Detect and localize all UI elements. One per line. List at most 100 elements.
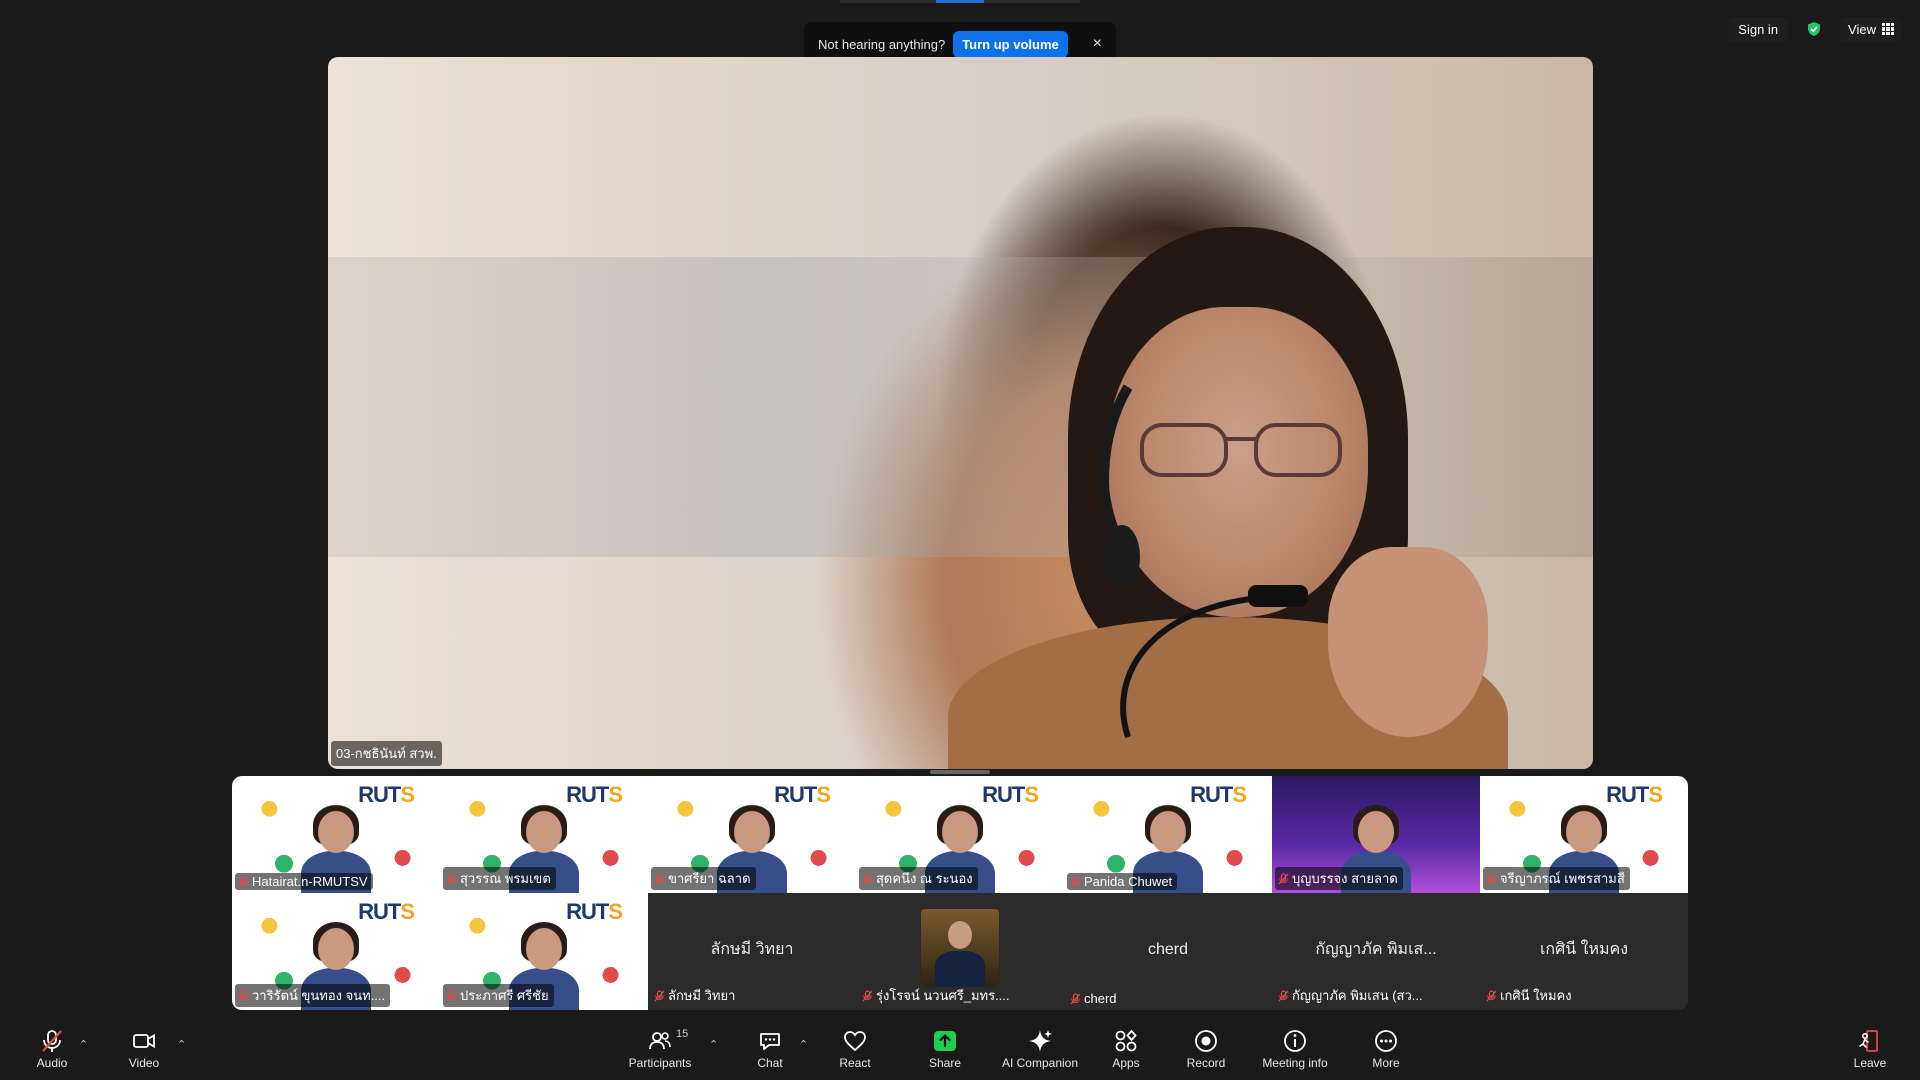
participant-name-label: ขาศรียา ฉลาด xyxy=(651,867,756,890)
chat-button[interactable]: Chat xyxy=(730,1028,810,1070)
participant-name-label: กัญญาภัค พิมเสน (สว... xyxy=(1275,984,1428,1007)
participant-gallery: RUTS Hatairat.n-RMUTSV RUTS สุวรรณ พรมเขต RU… xyxy=(232,776,1688,1010)
participant-name-label: Panida Chuwet xyxy=(1067,873,1178,890)
sign-in-button[interactable]: Sign in xyxy=(1728,16,1789,42)
participant-name: เกศินี ใหมคง xyxy=(1500,988,1572,1003)
participant-name: ขาศรียา ฉลาด xyxy=(668,871,751,886)
leave-door-icon xyxy=(1859,1030,1878,1052)
mic-muted-icon xyxy=(1278,872,1289,884)
leave-label: Leave xyxy=(1853,1056,1887,1070)
mic-muted-icon xyxy=(1070,992,1081,1004)
mic-muted-icon xyxy=(446,989,457,1001)
participant-tile[interactable]: ลักษมี วิทยา ลักษมี วิทยา xyxy=(648,893,856,1010)
participant-tile[interactable]: cherd cherd xyxy=(1064,893,1272,1010)
participants-icon xyxy=(649,1032,671,1050)
participant-avatar xyxy=(921,909,999,987)
share-label: Share xyxy=(928,1056,962,1070)
participants-options-chevron-icon[interactable]: ⌃ xyxy=(709,1038,718,1051)
video-button[interactable]: Video xyxy=(104,1028,184,1070)
mic-muted-icon xyxy=(238,875,249,887)
chat-icon xyxy=(760,1033,780,1050)
ai-companion-label: AI Companion xyxy=(1001,1056,1079,1070)
participant-name-label: cherd xyxy=(1067,990,1122,1007)
participant-name-label: รุ่งโรจน์ นวนศรี_มทร.... xyxy=(859,984,1015,1007)
participant-tile[interactable]: รุ่งโรจน์ นวนศรี_มทร.... xyxy=(856,893,1064,1010)
ai-companion-button[interactable]: AI Companion xyxy=(990,1028,1090,1070)
meeting-info-label: Meeting info xyxy=(1262,1056,1328,1070)
participant-tile[interactable]: RUTS จรีญาภรณ์ เพชรสามสี xyxy=(1480,776,1688,893)
record-button[interactable]: Record xyxy=(1166,1028,1246,1070)
more-dots-icon xyxy=(1375,1030,1397,1052)
chat-options-chevron-icon[interactable]: ⌃ xyxy=(799,1038,808,1051)
participant-name-label: สุดคนึง ณ ระนอง xyxy=(859,867,978,890)
mic-muted-icon xyxy=(1278,989,1289,1001)
apps-button[interactable]: Apps xyxy=(1086,1028,1166,1070)
mic-muted-icon xyxy=(238,989,249,1001)
sparkle-icon xyxy=(1029,1030,1052,1052)
participant-display-name: cherd xyxy=(1147,940,1189,958)
participant-name: cherd xyxy=(1084,991,1117,1006)
participant-name: สุดคนึง ณ ระนอง xyxy=(876,871,973,886)
participant-display-name: กัญญาภัค พิมเส... xyxy=(1315,940,1437,958)
participant-tile[interactable]: บุญบรรจง สายลาด xyxy=(1272,776,1480,893)
react-button[interactable]: React xyxy=(815,1028,895,1070)
participant-name-label: จรีญาภรณ์ เพชรสามสี xyxy=(1483,867,1630,890)
top-right-controls: Sign in View xyxy=(1728,16,1902,42)
share-screen-icon xyxy=(934,1031,956,1051)
video-options-chevron-icon[interactable]: ⌃ xyxy=(177,1038,186,1051)
participant-name-label: ประภาศรี ศรีชัย xyxy=(443,984,554,1007)
participant-tile[interactable]: RUTS Hatairat.n-RMUTSV xyxy=(232,776,440,893)
participant-tile[interactable]: RUTS ประภาศรี ศรีชัย xyxy=(440,893,648,1010)
notice-message: Not hearing anything? xyxy=(818,36,946,52)
participant-tile[interactable]: RUTS Panida Chuwet xyxy=(1064,776,1272,893)
video-label: Video xyxy=(128,1056,160,1070)
participant-name: บุญบรรจง สายลาด xyxy=(1292,871,1398,886)
participant-name-label: สุวรรณ พรมเขต xyxy=(443,867,556,890)
participant-tile[interactable]: RUTS สุดคนึง ณ ระนอง xyxy=(856,776,1064,893)
video-camera-icon xyxy=(133,1033,155,1049)
participant-tile[interactable]: เกศินี ใหมคง เกศินี ใหมคง xyxy=(1480,893,1688,1010)
apps-icon xyxy=(1115,1029,1137,1052)
participant-name: วาริรัตน์ ขุนทอง จนท.... xyxy=(252,988,386,1003)
screen-share-indicator xyxy=(840,0,1080,3)
meeting-info-button[interactable]: Meeting info xyxy=(1249,1028,1341,1070)
participant-name-label: เกศินี ใหมคง xyxy=(1483,984,1577,1007)
more-button[interactable]: More xyxy=(1346,1028,1426,1070)
participant-tile[interactable]: RUTS ขาศรียา ฉลาด xyxy=(648,776,856,893)
participant-name: Hatairat.n-RMUTSV xyxy=(252,874,368,889)
close-notice-icon[interactable]: × xyxy=(1093,35,1102,53)
view-button[interactable]: View xyxy=(1840,16,1902,42)
participant-name: รุ่งโรจน์ นวนศรี_มทร.... xyxy=(876,988,1010,1003)
main-speaker-video[interactable]: 03-กชธินันท์ สวพ. xyxy=(328,57,1593,769)
audio-options-chevron-icon[interactable]: ⌃ xyxy=(79,1038,88,1051)
more-label: More xyxy=(1372,1056,1400,1070)
participants-count: 15 xyxy=(676,1028,689,1040)
participant-tile[interactable]: RUTS วาริรัตน์ ขุนทอง จนท.... xyxy=(232,893,440,1010)
turn-up-volume-button[interactable]: Turn up volume xyxy=(953,30,1068,58)
shield-check-icon[interactable] xyxy=(1806,21,1822,37)
participant-name-label: วาริรัตน์ ขุนทอง จนท.... xyxy=(235,984,391,1007)
share-button[interactable]: Share xyxy=(905,1028,985,1070)
participant-tile[interactable]: กัญญาภัค พิมเส... กัญญาภัค พิมเสน (สว... xyxy=(1272,893,1480,1010)
mic-muted-icon xyxy=(654,989,665,1001)
mic-muted-icon xyxy=(42,1030,62,1052)
participant-name: จรีญาภรณ์ เพชรสามสี xyxy=(1500,871,1625,886)
mic-muted-icon xyxy=(446,872,457,884)
participant-name: ประภาศรี ศรีชัย xyxy=(460,988,549,1003)
gallery-resize-handle[interactable] xyxy=(930,770,990,774)
participant-name-label: Hatairat.n-RMUTSV xyxy=(235,873,373,890)
participant-name-label: บุญบรรจง สายลาด xyxy=(1275,867,1403,890)
participant-name-label: ลักษมี วิทยา xyxy=(651,984,740,1007)
main-speaker-name: 03-กชธินันท์ สวพ. xyxy=(331,741,442,766)
participants-label: Participants xyxy=(628,1056,692,1070)
participant-tile[interactable]: RUTS สุวรรณ พรมเขต xyxy=(440,776,648,893)
audio-label: Audio xyxy=(36,1056,68,1070)
react-label: React xyxy=(839,1056,871,1070)
participant-name: Panida Chuwet xyxy=(1084,874,1173,889)
participant-name: กัญญาภัค พิมเสน (สว... xyxy=(1292,988,1423,1003)
record-label: Record xyxy=(1186,1056,1226,1070)
leave-button[interactable]: Leave xyxy=(1830,1028,1910,1070)
chat-label: Chat xyxy=(757,1056,783,1070)
mic-muted-icon xyxy=(654,872,665,884)
grid-view-icon xyxy=(1882,23,1894,35)
